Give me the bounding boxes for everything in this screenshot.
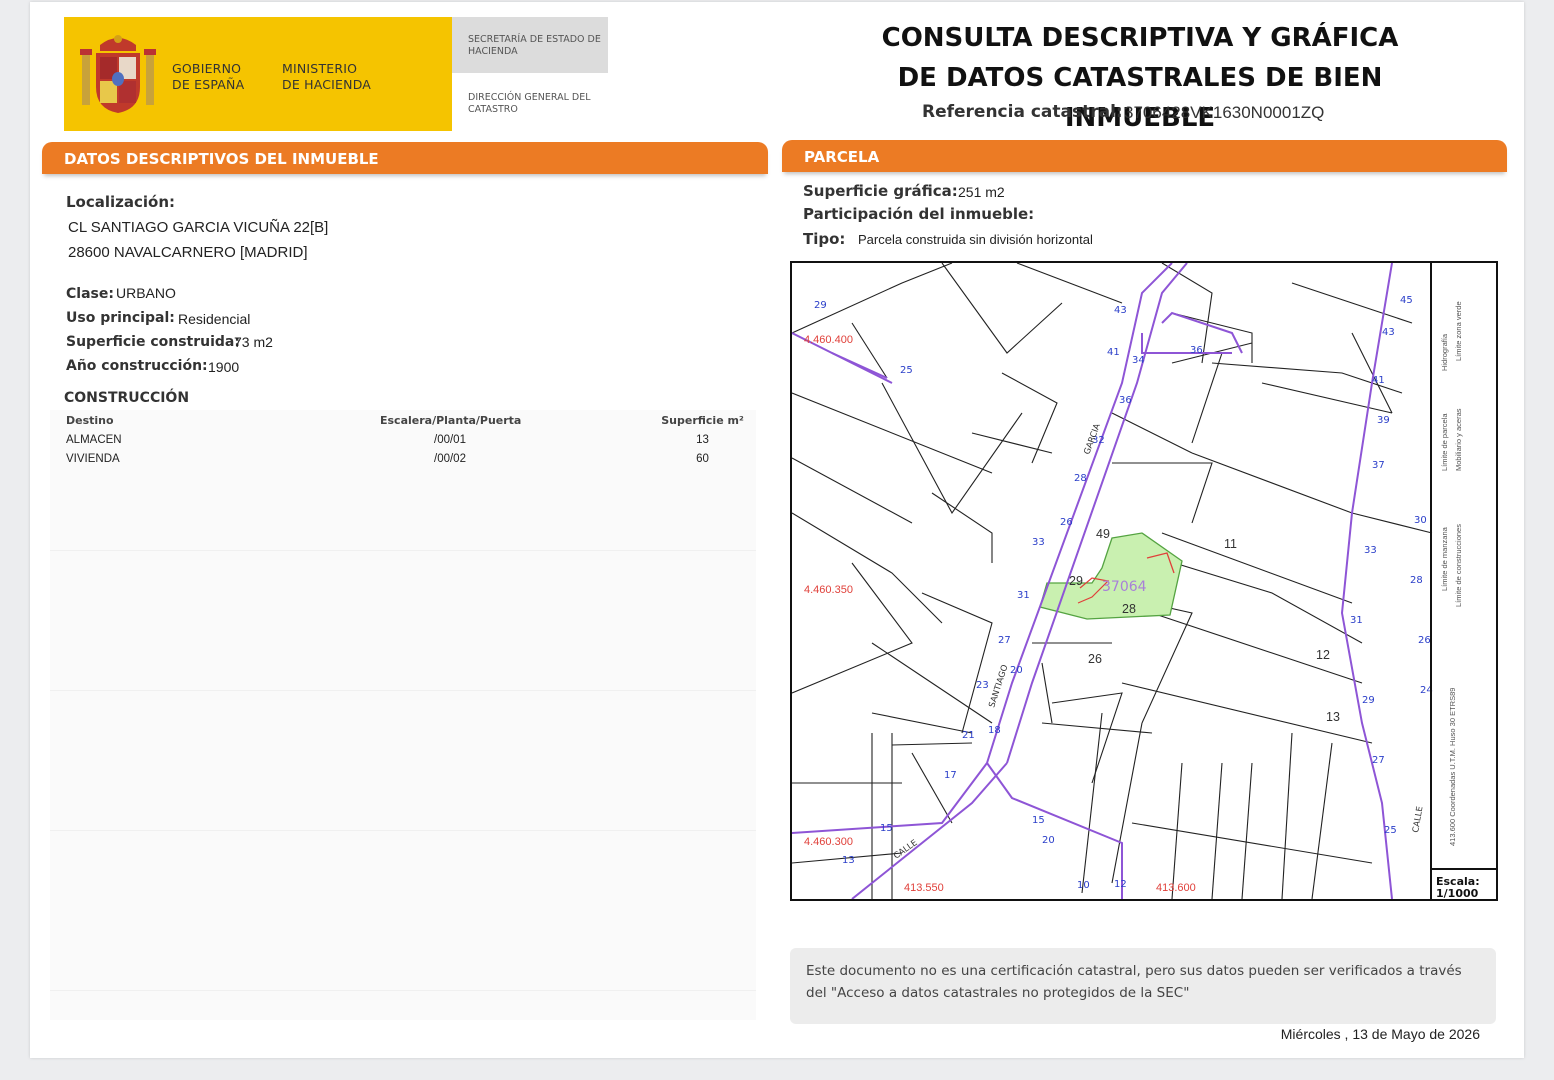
document-date: Miércoles , 13 de Mayo de 2026: [1280, 1026, 1480, 1042]
legend-item: Límite de parcela: [1440, 413, 1449, 471]
svg-text:37: 37: [1372, 460, 1385, 471]
svg-text:21: 21: [962, 730, 975, 741]
svg-text:12: 12: [1114, 879, 1127, 890]
svg-text:33: 33: [1032, 537, 1045, 548]
svg-text:CALLE: CALLE: [892, 838, 920, 861]
verification-notice: Este documento no es una certificación c…: [790, 948, 1496, 1024]
svg-text:26: 26: [1060, 517, 1073, 528]
svg-text:413.550: 413.550: [904, 882, 944, 894]
svg-text:45: 45: [1400, 295, 1413, 306]
legend-footer: 413.600 Coordenadas U.T.M. Huso 30 ETRS8…: [1448, 687, 1457, 846]
address-line2: 28600 NAVALCARNERO [MADRID]: [68, 244, 308, 261]
svg-text:25: 25: [900, 365, 913, 376]
svg-text:43: 43: [1382, 327, 1395, 338]
superficie-grafica-value: 251 m2: [958, 184, 1005, 200]
gobierno-label: Gobierno de España: [172, 61, 245, 92]
construccion-table: Destino Escalera/Planta/Puerta Superfici…: [50, 410, 756, 1020]
svg-text:28: 28: [1410, 575, 1423, 586]
svg-text:26: 26: [1088, 652, 1102, 666]
refcat-value: 3706428VK1630N0001ZQ: [1124, 103, 1325, 122]
participacion-label: Participación del inmueble:: [803, 205, 1035, 223]
svg-text:31: 31: [1350, 615, 1363, 626]
tipo-label: Tipo:: [803, 230, 846, 248]
tipo-value: Parcela construida sin división horizont…: [858, 232, 1093, 247]
anio-value: 1900: [208, 359, 240, 375]
svg-text:20: 20: [1042, 835, 1055, 846]
uso-value: Residencial: [178, 311, 251, 327]
uso-label: Uso principal:: [66, 310, 175, 326]
svg-text:15: 15: [1032, 815, 1045, 826]
legend-item: Límite de manzana: [1440, 527, 1449, 591]
svg-text:23: 23: [976, 680, 989, 691]
svg-text:28: 28: [1074, 473, 1087, 484]
svg-text:10: 10: [1077, 880, 1090, 891]
svg-text:39: 39: [1377, 415, 1390, 426]
svg-text:30: 30: [1414, 515, 1427, 526]
svg-text:13: 13: [1326, 710, 1340, 724]
localizacion-label: Localización:: [66, 193, 176, 211]
legend-item: Mobiliario y aceras: [1454, 408, 1463, 471]
svg-text:18: 18: [988, 725, 1001, 736]
svg-text:29: 29: [814, 300, 827, 311]
superficie-grafica-label: Superficie gráfica:: [803, 182, 958, 200]
coat-of-arms-icon: [80, 35, 156, 113]
svg-text:41: 41: [1372, 375, 1385, 386]
svg-text:29: 29: [1362, 695, 1375, 706]
document-page: Gobierno de España Ministerio de Hacienda …: [30, 2, 1524, 1058]
section-header-descriptivos: DATOS DESCRIPTIVOS DEL INMUEBLE: [42, 142, 768, 174]
clase-value: URBANO: [116, 285, 176, 301]
section-header-parcela: PARCELA: [782, 140, 1507, 172]
svg-text:31: 31: [1017, 590, 1030, 601]
svg-text:27: 27: [1372, 755, 1385, 766]
svg-text:12: 12: [1316, 648, 1330, 662]
svg-text:25: 25: [1384, 825, 1397, 836]
svg-text:28: 28: [1122, 602, 1136, 616]
legend-item: Hidrografía: [1440, 333, 1449, 371]
svg-text:41: 41: [1107, 347, 1120, 358]
svg-text:4.460.400: 4.460.400: [804, 334, 853, 346]
anio-label: Año construcción:: [66, 358, 208, 374]
map-legend: Límite de manzana Límite de parcela Hidr…: [1430, 261, 1498, 901]
svg-text:SANTIAGO: SANTIAGO: [987, 663, 1010, 709]
superficie-construida-label: Superficie construida:: [66, 334, 240, 350]
map-drawing: 2925 434134 363228 263331 272321 171820 …: [792, 263, 1433, 899]
ministerio-label: Ministerio de Hacienda: [282, 61, 372, 92]
svg-text:37064: 37064: [1102, 579, 1147, 595]
svg-text:33: 33: [1364, 545, 1377, 556]
address-line1: CL SANTIAGO GARCIA VICUÑA 22[B]: [68, 219, 329, 236]
clase-label: Clase:: [66, 286, 114, 302]
legend-item: Límite de construcciones: [1454, 524, 1463, 607]
svg-text:49: 49: [1096, 527, 1110, 541]
svg-text:CALLE: CALLE: [1411, 806, 1425, 834]
svg-text:4.460.300: 4.460.300: [804, 836, 853, 848]
government-banner: Gobierno de España Ministerio de Hacienda: [64, 17, 452, 131]
cadastral-map[interactable]: 29 25 43 41 34 36 32 28 26 33 31 27 23 21 17 18 20 …: [790, 261, 1498, 901]
superficie-construida-value: 73 m2: [234, 334, 273, 350]
svg-text:27: 27: [998, 635, 1011, 646]
svg-text:15: 15: [880, 823, 893, 834]
scale-box: Escala: 1/1000: [1432, 868, 1496, 900]
svg-text:29: 29: [1069, 574, 1083, 588]
svg-text:26: 26: [1418, 635, 1431, 646]
construccion-title: CONSTRUCCIÓN: [64, 390, 190, 406]
svg-text:13: 13: [842, 855, 855, 866]
svg-text:17: 17: [944, 770, 957, 781]
legend-item: Límite zona verde: [1454, 301, 1463, 361]
direccion-label: Dirección General del Catastro: [468, 92, 591, 115]
svg-text:413.600: 413.600: [1156, 882, 1196, 894]
refcat-label: Referencia catastral:: [922, 102, 1123, 122]
svg-text:4.460.350: 4.460.350: [804, 584, 853, 596]
svg-text:34: 34: [1132, 355, 1145, 366]
secretaria-label: Secretaría de Estado de Hacienda: [468, 34, 601, 57]
svg-text:43: 43: [1114, 305, 1127, 316]
svg-text:11: 11: [1224, 537, 1237, 551]
svg-text:36: 36: [1119, 395, 1132, 406]
svg-text:36: 36: [1190, 345, 1203, 356]
svg-text:20: 20: [1010, 665, 1023, 676]
